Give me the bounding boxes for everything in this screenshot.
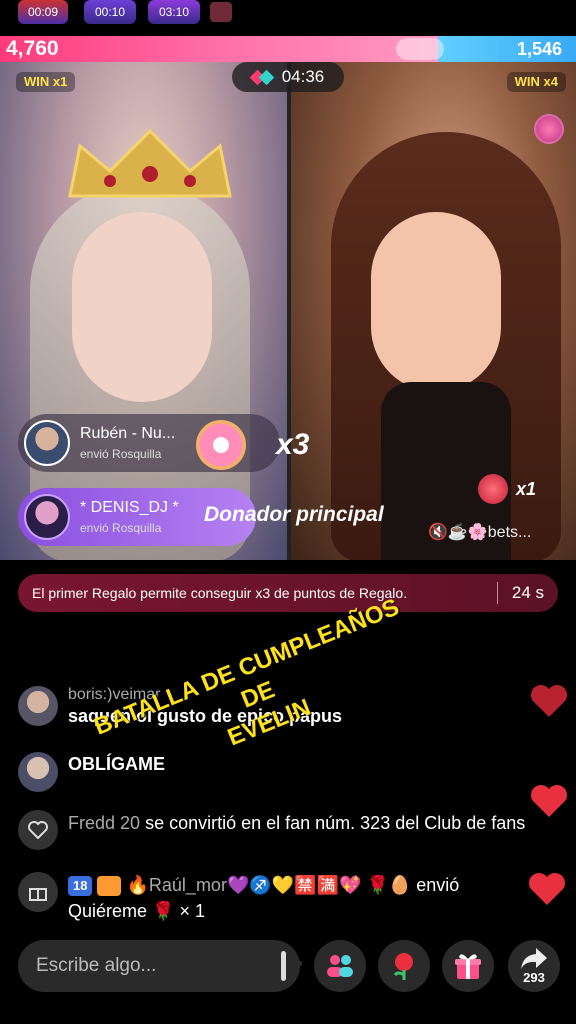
gift-chat-line[interactable]: 18 🔥Raúl_mor💜♐💛🈲🈵💖 🌹🥚 envió Quiéreme 🌹 ×… — [18, 872, 538, 924]
right-win-badge: WIN x4 — [506, 72, 566, 92]
left-streamer-face — [72, 212, 212, 402]
battle-timer-text: 04:36 — [281, 67, 325, 86]
gift-box-icon[interactable] — [210, 2, 232, 22]
share-arrow-icon — [521, 948, 547, 969]
gift-timer-chip-3[interactable]: 03:10 — [148, 0, 200, 24]
mini-gifts-ticker: 🔇☕🌸bets... — [428, 524, 532, 541]
right-score-fill: 1,546 — [438, 36, 576, 62]
avatar[interactable] — [24, 420, 70, 466]
gift-box-icon — [455, 954, 481, 979]
left-streamer-video[interactable] — [0, 62, 287, 560]
share-button[interactable]: 293 — [508, 940, 560, 992]
rose-count: x1 — [516, 478, 537, 499]
rose-icon — [478, 474, 508, 504]
gift-sent-text: envió Rosquilla — [80, 521, 162, 535]
comment-input[interactable] — [36, 955, 281, 977]
donut-gift-icon — [196, 420, 246, 470]
level-badge: 18 — [68, 876, 93, 897]
avatar[interactable] — [24, 494, 70, 540]
rose-icon — [393, 953, 413, 980]
top-donor-label: Donador principal — [204, 503, 384, 526]
battle-score-bar: 4,760 1,546 — [0, 36, 576, 62]
heart-icon — [531, 785, 567, 817]
left-win-badge: WIN x1 — [16, 72, 76, 92]
crown-icon — [68, 128, 232, 198]
gift-action: 🌹🥚 envió — [366, 875, 460, 895]
rose-gift-badge[interactable]: x1 — [478, 474, 536, 504]
rose-gift-button[interactable] — [378, 940, 430, 992]
overlay-line-2: DE — [237, 676, 279, 714]
fan-badge-icon — [97, 876, 122, 897]
fan-club-heart-icon — [18, 810, 58, 850]
right-streamer-face — [371, 212, 501, 392]
heart-icon — [531, 685, 567, 717]
score-divider-glow — [396, 38, 444, 60]
gift-sender-name: 🔥Raúl_mor💜♐💛🈲🈵💖 — [126, 875, 362, 895]
battle-timer: 04:36 — [232, 62, 344, 92]
comment-box[interactable] — [18, 940, 302, 992]
gift-timer-chip-1[interactable]: 00:09 — [18, 0, 68, 24]
avatar[interactable] — [18, 752, 58, 792]
gift-sender-name: Rubén - Nu... — [80, 425, 176, 442]
share-count: 293 — [523, 970, 545, 985]
gift-sender-name: * DENIS_DJ * — [80, 499, 179, 516]
gift-multiplier: x3 — [276, 428, 310, 461]
invite-users-button[interactable] — [314, 940, 366, 992]
banner-countdown: 24 s — [511, 583, 544, 602]
heart-icon — [529, 873, 565, 905]
emoji-icon[interactable] — [281, 951, 302, 981]
users-icon — [327, 955, 353, 977]
bottom-action-bar: 293 — [0, 936, 576, 996]
gift-button[interactable] — [442, 940, 494, 992]
right-score: 1,546 — [516, 39, 562, 59]
gift-icon — [18, 872, 58, 912]
gift-sent-text: envió Rosquilla — [80, 447, 162, 461]
gift-detail: Quiéreme 🌹 × 1 — [68, 901, 205, 921]
left-score-fill: 4,760 — [0, 36, 438, 62]
gift-timer-chip-2[interactable]: 00:10 — [84, 0, 136, 24]
gift-icon[interactable] — [534, 114, 564, 144]
battle-icon — [252, 70, 274, 84]
top-gift-strip: 00:09 00:10 03:10 — [0, 0, 576, 34]
left-score: 4,760 — [6, 37, 59, 60]
banner-divider — [496, 582, 498, 604]
